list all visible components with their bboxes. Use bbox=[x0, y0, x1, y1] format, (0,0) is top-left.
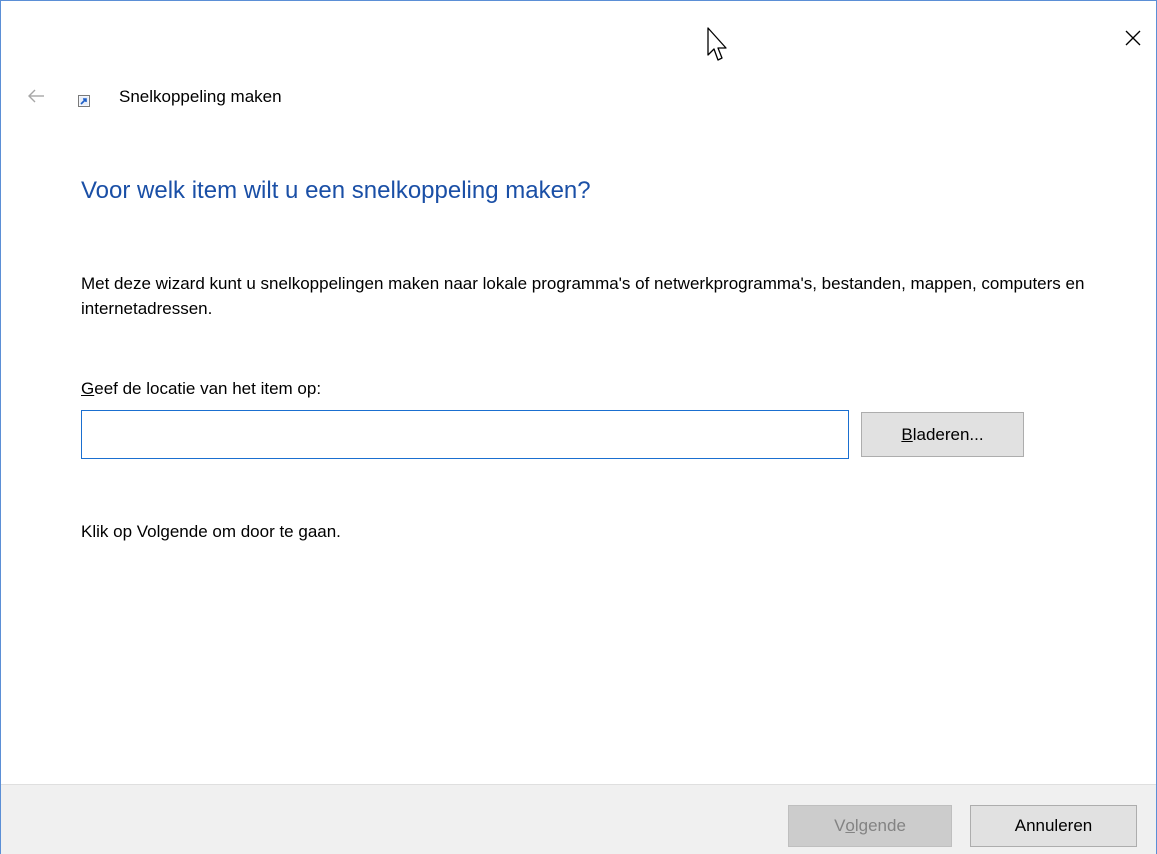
wizard-description: Met deze wizard kunt u snelkoppelingen m… bbox=[81, 274, 1085, 318]
cancel-button[interactable]: Annuleren bbox=[970, 805, 1137, 847]
location-label: Geef de locatie van het item op: bbox=[81, 379, 321, 399]
next-button[interactable]: Vo lgende bbox=[788, 805, 952, 847]
close-button[interactable] bbox=[1110, 3, 1156, 73]
page-heading: Voor welk item wilt u een snelkoppeling … bbox=[81, 177, 591, 204]
back-button[interactable] bbox=[25, 85, 47, 107]
location-label-text: eef de locatie van het item op: bbox=[94, 379, 322, 398]
browse-label: laderen... bbox=[912, 424, 984, 444]
next-accel: o bbox=[845, 816, 855, 835]
location-label-accel: G bbox=[81, 379, 95, 398]
browse-button[interactable]: Bladeren... bbox=[861, 412, 1024, 457]
mouse-cursor-icon bbox=[707, 27, 727, 61]
back-arrow-icon bbox=[28, 89, 44, 103]
footer-bar: Vo lgende Annuleren bbox=[1, 784, 1156, 854]
next-label-pre: V bbox=[834, 816, 846, 835]
shortcut-icon bbox=[78, 95, 90, 107]
location-input[interactable] bbox=[81, 410, 849, 459]
wizard-title: Snelkoppeling maken bbox=[119, 87, 282, 106]
shortcut-wizard-window: Snelkoppeling maken Voor welk item wilt … bbox=[0, 0, 1157, 854]
close-icon bbox=[1125, 30, 1141, 46]
continue-hint: Klik op Volgende om door te gaan. bbox=[81, 522, 341, 541]
next-label-rest: lgende bbox=[854, 816, 906, 835]
browse-accel: B bbox=[901, 424, 913, 444]
